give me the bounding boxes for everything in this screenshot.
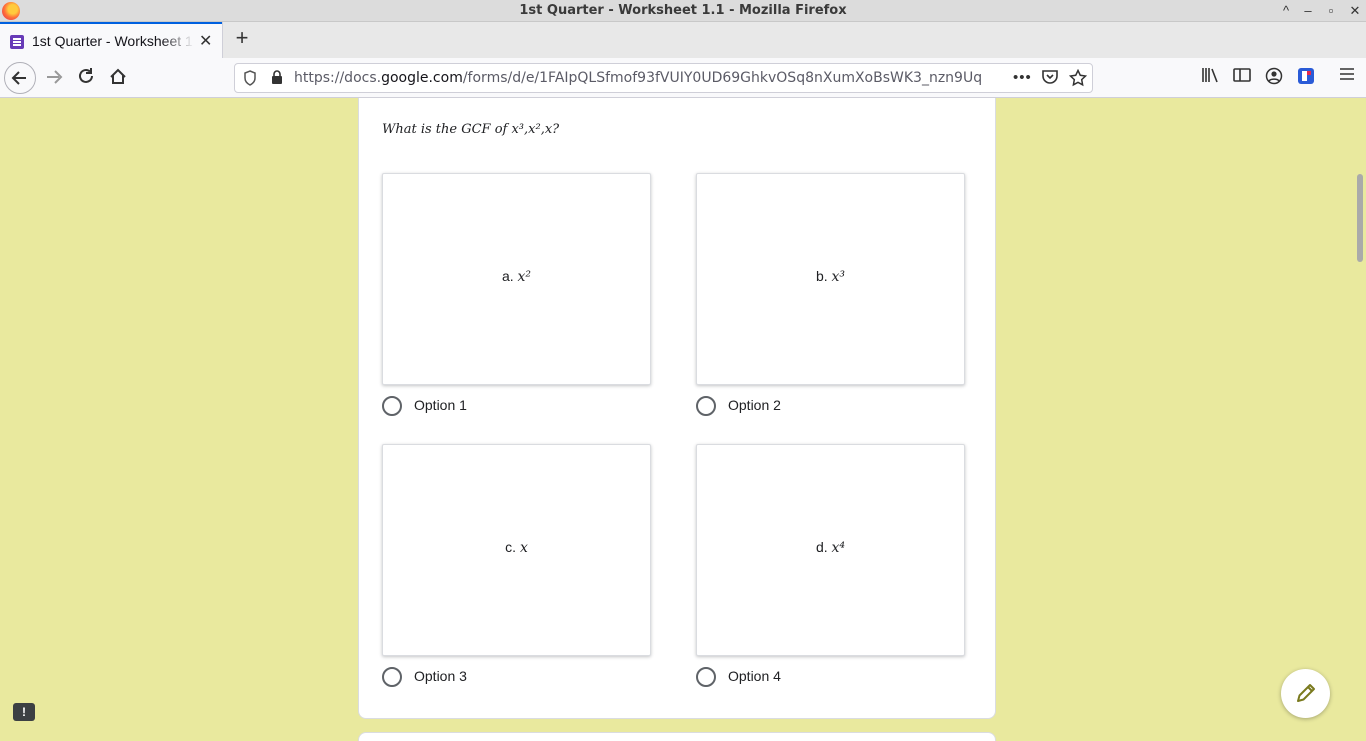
radio-button[interactable] xyxy=(696,396,716,416)
scrollbar-thumb[interactable] xyxy=(1357,174,1363,262)
home-icon xyxy=(110,68,126,84)
option-label: Option 4 xyxy=(728,668,781,684)
window-maximize-button[interactable]: ▫ xyxy=(1321,1,1341,21)
radio-button[interactable] xyxy=(382,396,402,416)
navigation-toolbar: https://docs.google.com/forms/d/e/1FAIpQ… xyxy=(0,58,1366,98)
option-label: Option 2 xyxy=(728,397,781,413)
tab-worksheet[interactable]: 1st Quarter - Worksheet 1.1 ✕ xyxy=(0,22,222,58)
option-label: Option 1 xyxy=(414,397,467,413)
tab-bar: 1st Quarter - Worksheet 1.1 ✕ + xyxy=(0,22,1366,58)
url-path: /forms/d/e/1FAIpQLSfmof93fVUIY0UD69GhkvO… xyxy=(462,70,983,86)
option-math: x² xyxy=(517,269,532,285)
extension-icon[interactable] xyxy=(1295,67,1317,89)
option-letter: d. xyxy=(815,539,828,555)
bookmark-star-icon[interactable] xyxy=(1068,68,1088,91)
tab-close-icon[interactable]: ✕ xyxy=(199,31,212,51)
reload-button[interactable] xyxy=(70,62,102,94)
library-icon[interactable] xyxy=(1199,67,1221,87)
lock-icon[interactable] xyxy=(271,70,283,88)
home-button[interactable] xyxy=(102,62,134,94)
option-image-b[interactable]: b. x³ xyxy=(696,173,965,385)
menu-hamburger-icon[interactable] xyxy=(1336,67,1358,85)
option-image-a[interactable]: a. x² xyxy=(382,173,651,385)
option-letter: c. xyxy=(505,539,517,555)
window-minimize-button[interactable]: – xyxy=(1298,1,1318,21)
edit-button[interactable] xyxy=(1281,669,1330,718)
page-actions-more-icon[interactable]: ••• xyxy=(1013,69,1032,86)
forward-arrow-icon xyxy=(47,70,63,84)
option-image-text: b. x³ xyxy=(697,268,964,285)
sidebar-icon[interactable] xyxy=(1231,67,1253,87)
option-math: x⁴ xyxy=(831,540,846,556)
url-prefix: https://docs. xyxy=(294,70,382,86)
option-image-c[interactable]: c. x xyxy=(382,444,651,656)
next-question-card xyxy=(358,732,996,741)
question-card: What is the GCF of x³,x²,x? a. x² b. x³ … xyxy=(358,98,996,719)
option-image-text: a. x² xyxy=(383,268,650,285)
url-bar[interactable]: https://docs.google.com/forms/d/e/1FAIpQ… xyxy=(234,63,1093,93)
option-letter: b. xyxy=(815,268,828,284)
pencil-icon xyxy=(1297,684,1315,702)
tab-label: 1st Quarter - Worksheet 1.1 xyxy=(32,33,194,49)
option-math: x xyxy=(519,540,528,556)
forward-button[interactable] xyxy=(38,62,70,94)
report-abuse-icon[interactable]: ! xyxy=(13,703,35,721)
radio-button[interactable] xyxy=(696,667,716,687)
window-collapse-button[interactable]: ^ xyxy=(1276,1,1296,21)
url-domain: google.com xyxy=(381,70,463,86)
reload-icon xyxy=(79,68,93,83)
option-image-text: c. x xyxy=(383,539,650,556)
option-image-text: d. x⁴ xyxy=(697,539,964,556)
window-title: 1st Quarter - Worksheet 1.1 - Mozilla Fi… xyxy=(519,3,847,18)
option-math: x³ xyxy=(831,269,846,285)
back-arrow-icon xyxy=(11,71,26,85)
question-text: What is the GCF of x³,x²,x? xyxy=(382,122,560,137)
back-button[interactable] xyxy=(4,62,36,94)
radio-button[interactable] xyxy=(382,667,402,687)
tracking-protection-shield-icon[interactable] xyxy=(243,70,257,89)
new-tab-button[interactable]: + xyxy=(230,26,254,50)
window-titlebar: 1st Quarter - Worksheet 1.1 - Mozilla Fi… xyxy=(0,0,1366,22)
page-viewport: What is the GCF of x³,x²,x? a. x² b. x³ … xyxy=(0,98,1366,741)
url-text[interactable]: https://docs.google.com/forms/d/e/1FAIpQ… xyxy=(294,70,1004,86)
option-letter: a. xyxy=(501,268,514,284)
option-label: Option 3 xyxy=(414,668,467,684)
option-image-d[interactable]: d. x⁴ xyxy=(696,444,965,656)
window-close-button[interactable]: ✕ xyxy=(1345,1,1365,21)
pocket-icon[interactable] xyxy=(1041,69,1059,89)
account-icon[interactable] xyxy=(1263,67,1285,89)
google-forms-favicon-icon xyxy=(10,35,24,49)
page-scrollbar[interactable] xyxy=(1354,98,1366,741)
